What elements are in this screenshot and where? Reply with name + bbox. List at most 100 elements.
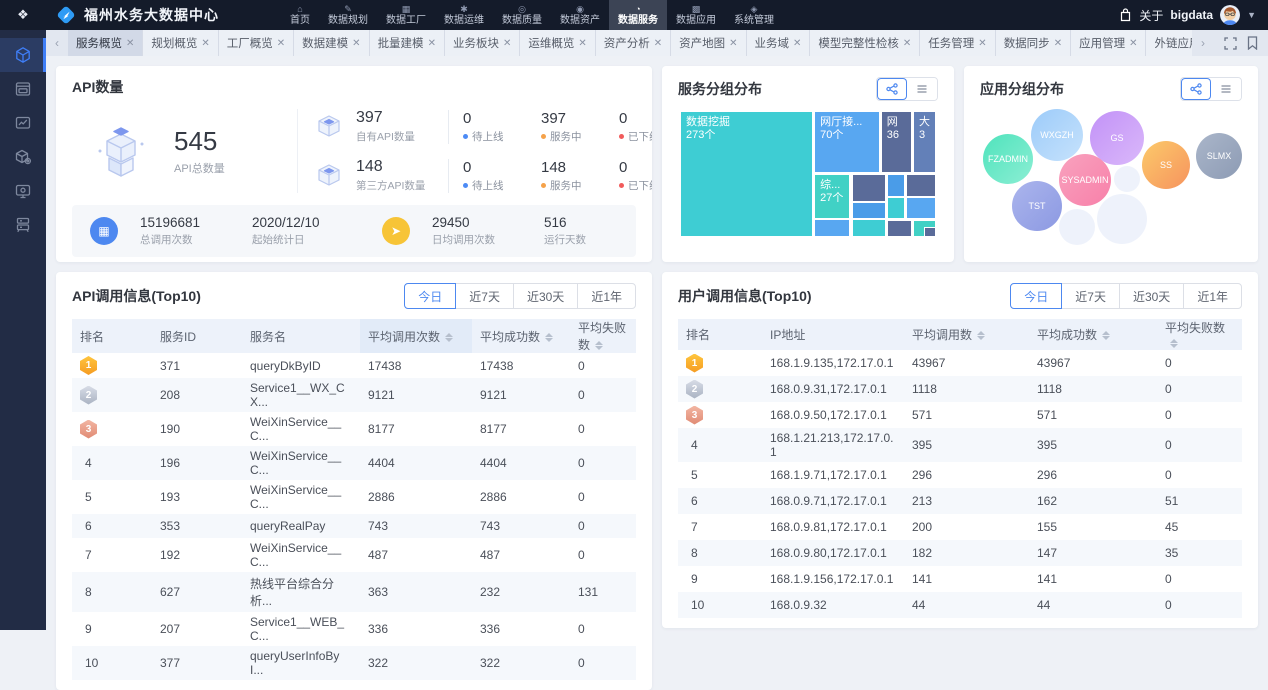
tabs-scroll-right-icon[interactable]: ›: [1192, 30, 1214, 56]
nav-item-data-app[interactable]: ▩ 数据应用: [667, 0, 725, 30]
tab-3[interactable]: 数据建模 ✕: [294, 30, 369, 56]
nav-item-data-plan[interactable]: ✎ 数据规划: [319, 0, 377, 30]
app-bubble-5[interactable]: SYSADMIN: [1059, 154, 1111, 206]
app-bubble-4[interactable]: SLMX: [1196, 133, 1242, 179]
nav-item-system[interactable]: ◈ 系统管理: [725, 0, 783, 30]
tab-14[interactable]: 外链应用 ✕: [1146, 30, 1192, 56]
nav-item-data-asset[interactable]: ◉ 数据资产: [551, 0, 609, 30]
app-bubble-0[interactable]: FZADMIN: [983, 134, 1033, 184]
tabs-scroll-left-icon[interactable]: ‹: [46, 30, 68, 56]
nav-item-data-service[interactable]: ◔ 数据服务: [609, 0, 667, 30]
app-bubble-7[interactable]: [1114, 166, 1140, 192]
tab-0[interactable]: 服务概览 ✕: [68, 30, 143, 56]
app-bubble-3[interactable]: SS: [1142, 141, 1190, 189]
treemap-block-2[interactable]: 网36: [881, 111, 912, 173]
about-label[interactable]: 关于: [1139, 7, 1163, 24]
tab-7[interactable]: 资产分析 ✕: [596, 30, 671, 56]
sidebar-item-0[interactable]: [0, 38, 46, 72]
tab-close-icon[interactable]: ✕: [903, 38, 911, 49]
treemap-block-12[interactable]: [906, 197, 936, 219]
treemap-block-10[interactable]: [906, 174, 936, 197]
sidebar-item-2[interactable]: [0, 106, 46, 140]
app-bubble-6[interactable]: TST: [1012, 181, 1062, 231]
tab-close-icon[interactable]: ✕: [428, 38, 436, 49]
user-filter-3[interactable]: 近1年: [1183, 283, 1242, 309]
sidebar-item-3[interactable]: [0, 140, 46, 174]
user-column-header[interactable]: 平均调用数: [904, 319, 1029, 350]
nav-item-data-quality[interactable]: ◎ 数据质量: [493, 0, 551, 30]
tab-close-icon[interactable]: ✕: [654, 38, 662, 49]
sort-icon[interactable]: [445, 333, 453, 342]
tab-1[interactable]: 规划概览 ✕: [143, 30, 218, 56]
nav-item-data-factory[interactable]: ▦ 数据工厂: [377, 0, 435, 30]
tab-close-icon[interactable]: ✕: [277, 38, 285, 49]
tab-close-icon[interactable]: ✕: [793, 38, 801, 49]
sort-icon[interactable]: [545, 333, 553, 342]
fullscreen-icon[interactable]: [1224, 37, 1237, 50]
sidebar-item-5[interactable]: [0, 208, 46, 242]
treemap-block-7[interactable]: [852, 202, 887, 219]
tab-6[interactable]: 运维概览 ✕: [520, 30, 595, 56]
treemap-block-11[interactable]: [887, 197, 904, 219]
tab-close-icon[interactable]: ✕: [578, 38, 586, 49]
tab-close-icon[interactable]: ✕: [352, 38, 360, 49]
tab-8[interactable]: 资产地图 ✕: [671, 30, 746, 56]
api-filter-2[interactable]: 近30天: [513, 283, 578, 309]
treemap-block-1[interactable]: 网厅接...70个: [814, 111, 880, 173]
tab-9[interactable]: 业务域 ✕: [747, 30, 811, 56]
tab-5[interactable]: 业务板块 ✕: [445, 30, 520, 56]
user-filter-0[interactable]: 今日: [1010, 283, 1062, 309]
treemap-block-4[interactable]: 综...27个: [814, 174, 850, 219]
chevron-down-icon[interactable]: ▼: [1247, 10, 1256, 20]
tab-close-icon[interactable]: ✕: [1129, 38, 1137, 49]
api-filter-0[interactable]: 今日: [404, 283, 456, 309]
sidebar-item-4[interactable]: [0, 174, 46, 208]
app-bubble-9[interactable]: [1059, 209, 1095, 245]
chart-view-button[interactable]: [877, 78, 907, 100]
tab-close-icon[interactable]: ✕: [201, 38, 209, 49]
tab-13[interactable]: 应用管理 ✕: [1071, 30, 1146, 56]
tab-close-icon[interactable]: ✕: [1054, 38, 1062, 49]
api-column-header[interactable]: 平均失败数: [570, 319, 636, 353]
username[interactable]: bigdata: [1170, 8, 1213, 22]
sort-icon[interactable]: [1170, 339, 1178, 348]
user-filter-2[interactable]: 近30天: [1119, 283, 1184, 309]
treemap-block-8[interactable]: [852, 219, 887, 237]
list-view-button[interactable]: [907, 78, 937, 100]
tab-10[interactable]: 模型完整性检核 ✕: [810, 30, 920, 56]
treemap-block-3[interactable]: 大3: [913, 111, 936, 173]
app-grid-icon[interactable]: ❖: [0, 7, 46, 23]
user-filter-1[interactable]: 近7天: [1061, 283, 1120, 309]
app-bubble-8[interactable]: [1097, 194, 1147, 244]
sort-icon[interactable]: [1102, 331, 1110, 340]
api-filter-1[interactable]: 近7天: [455, 283, 514, 309]
tab-11[interactable]: 任务管理 ✕: [920, 30, 995, 56]
api-column-header[interactable]: 平均成功数: [472, 319, 570, 353]
treemap-block-5[interactable]: [814, 219, 850, 237]
sort-icon[interactable]: [977, 331, 985, 340]
tab-close-icon[interactable]: ✕: [729, 38, 737, 49]
list-view-button[interactable]: [1211, 78, 1241, 100]
tab-12[interactable]: 数据同步 ✕: [996, 30, 1071, 56]
chart-view-button[interactable]: [1181, 78, 1211, 100]
treemap-block-9[interactable]: [887, 174, 904, 197]
nav-item-home[interactable]: ⌂ 首页: [281, 0, 319, 30]
tab-close-icon[interactable]: ✕: [503, 38, 511, 49]
tab-close-icon[interactable]: ✕: [978, 38, 986, 49]
treemap-block-0[interactable]: 数据挖掘273个: [680, 111, 813, 237]
tab-2[interactable]: 工厂概览 ✕: [219, 30, 294, 56]
sidebar-item-1[interactable]: [0, 72, 46, 106]
api-filter-3[interactable]: 近1年: [577, 283, 636, 309]
api-column-header[interactable]: 平均调用次数: [360, 319, 472, 353]
tab-close-icon[interactable]: ✕: [126, 38, 134, 49]
nav-item-data-ops[interactable]: ✱ 数据运维: [435, 0, 493, 30]
treemap-block-6[interactable]: [852, 174, 887, 202]
avatar[interactable]: [1220, 5, 1240, 25]
user-column-header[interactable]: 平均成功数: [1029, 319, 1157, 350]
treemap-block-15[interactable]: [924, 227, 936, 237]
sort-icon[interactable]: [595, 341, 603, 350]
app-bubble-1[interactable]: WXGZH: [1031, 109, 1083, 161]
treemap-block-13[interactable]: [887, 220, 912, 237]
user-column-header[interactable]: 平均失败数: [1157, 319, 1242, 350]
bookmark-icon[interactable]: [1247, 36, 1258, 50]
